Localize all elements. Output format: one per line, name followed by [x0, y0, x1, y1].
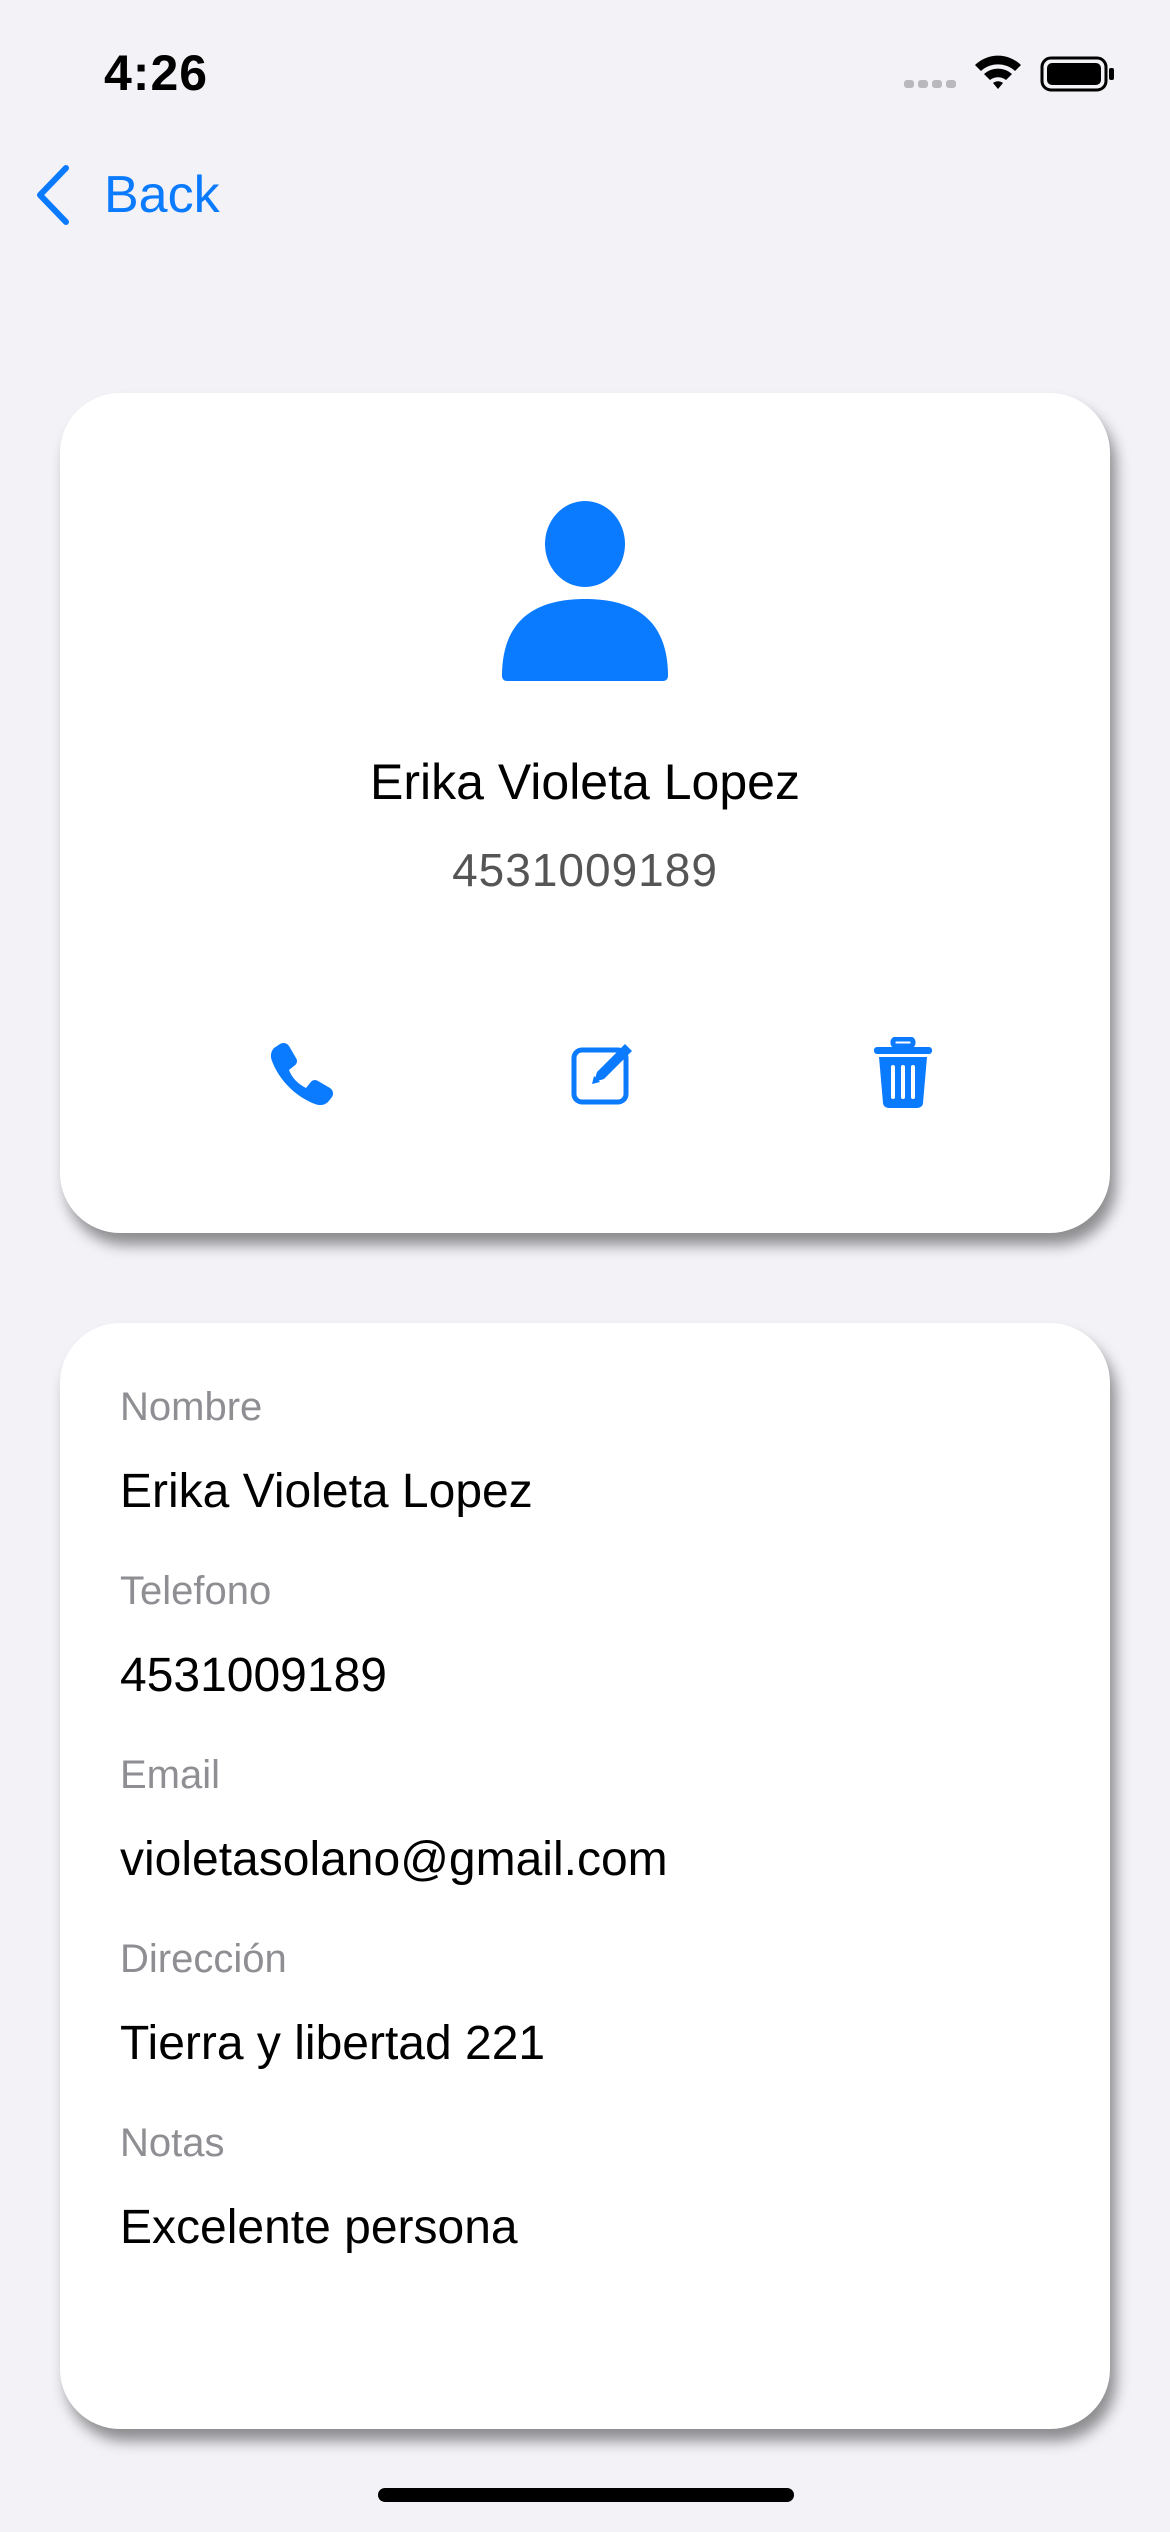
status-bar: 4:26 [0, 0, 1170, 150]
field-label-notas: Notas [120, 2121, 225, 2165]
field-value-notas: Excelente persona [120, 2201, 518, 2254]
contact-summary-card: Erika Violeta Lopez 4531009189 [60, 393, 1110, 1233]
back-button[interactable]: Back [34, 160, 220, 230]
edit-icon [571, 1044, 632, 1105]
home-indicator[interactable] [378, 2488, 794, 2502]
field-label-direccion: Dirección [120, 1937, 287, 1981]
delete-button[interactable] [853, 1023, 953, 1123]
field-value-email: violetasolano@gmail.com [120, 1833, 668, 1886]
battery-icon [1040, 56, 1114, 92]
back-label: Back [104, 166, 220, 224]
cellular-signal-icon [904, 80, 956, 88]
status-time: 4:26 [104, 45, 209, 101]
field-value-telefono: 4531009189 [120, 1649, 387, 1702]
contact-details-card: Nombre Erika Violeta Lopez Telefono 4531… [60, 1323, 1110, 2429]
chevron-left-icon [37, 165, 69, 225]
call-button[interactable] [253, 1023, 353, 1123]
field-label-email: Email [120, 1753, 221, 1797]
trash-icon [874, 1037, 932, 1108]
field-value-nombre: Erika Violeta Lopez [120, 1465, 533, 1518]
field-label-nombre: Nombre [120, 1385, 263, 1429]
field-value-direccion: Tierra y libertad 221 [120, 2017, 546, 2070]
phone-icon [270, 1042, 334, 1106]
wifi-icon [975, 55, 1021, 89]
edit-button[interactable] [553, 1023, 653, 1123]
person-icon [502, 501, 668, 681]
contact-phone: 4531009189 [452, 844, 718, 896]
contact-name: Erika Violeta Lopez [370, 754, 800, 810]
field-label-telefono: Telefono [120, 1569, 272, 1613]
